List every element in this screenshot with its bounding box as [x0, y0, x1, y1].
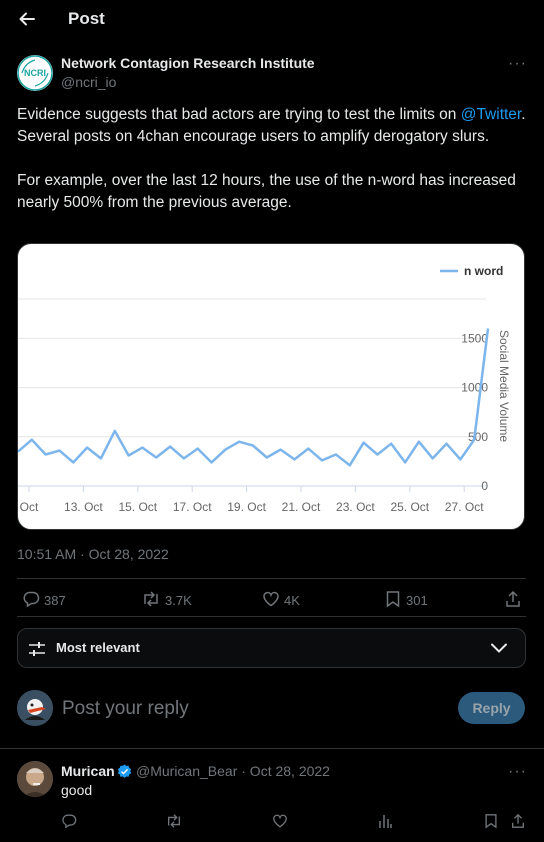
- tweet-paragraph-1: Evidence suggests that bad actors are tr…: [17, 104, 532, 148]
- comment-views-icon[interactable]: [377, 813, 393, 834]
- divider: [17, 578, 526, 579]
- reply-icon: [22, 590, 40, 611]
- more-options-icon[interactable]: ···: [508, 55, 527, 73]
- bookmark-count-button[interactable]: 301: [384, 590, 428, 611]
- x-tick-label: 21. Oct: [282, 500, 321, 514]
- y-tick-label: 500: [468, 430, 488, 444]
- chart-image[interactable]: Oct 13. Oct 15. Oct 17. Oct 19. Oct 21. Oct 23…: [17, 243, 525, 530]
- post-timestamp[interactable]: 10:51 AM · Oct 28, 2022: [17, 546, 169, 562]
- commenter-name-text: Murican: [61, 763, 115, 779]
- comment-reply-icon[interactable]: [61, 813, 77, 834]
- bookmark-icon: [384, 590, 402, 611]
- mention-link[interactable]: @Twitter: [461, 106, 522, 123]
- comment-text: good: [61, 782, 93, 798]
- chevron-down-icon[interactable]: [490, 641, 508, 660]
- y-tick-label: 1000: [461, 381, 488, 395]
- avatar[interactable]: NCRI: [17, 55, 53, 91]
- heart-icon: [262, 590, 280, 611]
- verified-badge-icon: [117, 764, 132, 784]
- x-tick-label: 25. Oct: [390, 500, 429, 514]
- avatar-logo-text: NCRI: [24, 68, 46, 78]
- commenter-avatar[interactable]: [17, 761, 53, 797]
- legend-label: n word: [464, 264, 503, 278]
- chart-legend: n word: [440, 264, 503, 278]
- like-count-button[interactable]: 4K: [262, 590, 300, 611]
- commenter-handle-date[interactable]: @Murican_Bear · Oct 28, 2022: [136, 763, 330, 779]
- sliders-icon: [27, 639, 47, 664]
- comment-more-icon[interactable]: ···: [508, 763, 527, 781]
- reply-button[interactable]: Reply: [458, 692, 525, 724]
- divider: [0, 748, 544, 749]
- y-axis-title: Social Media Volume: [497, 330, 511, 442]
- tweet-paragraph-2: For example, over the last 12 hours, the…: [17, 172, 516, 211]
- comment-bookmark-icon[interactable]: [483, 813, 499, 834]
- share-button[interactable]: [504, 590, 522, 611]
- repost-count-button[interactable]: 3.7K: [141, 590, 192, 611]
- x-tick-label: 13. Oct: [64, 500, 103, 514]
- x-tick-label: 15. Oct: [118, 500, 157, 514]
- page-title: Post: [68, 9, 105, 28]
- y-tick-label: 1500: [461, 331, 488, 345]
- like-count: 4K: [284, 593, 300, 608]
- comment-share-icon[interactable]: [510, 813, 526, 834]
- share-icon: [504, 590, 522, 611]
- x-tick-label: 17. Oct: [173, 500, 212, 514]
- author-name[interactable]: Network Contagion Research Institute: [61, 55, 315, 71]
- comment-like-icon[interactable]: [272, 813, 288, 834]
- repost-count: 3.7K: [165, 593, 192, 608]
- line-chart: Oct 13. Oct 15. Oct 17. Oct 19. Oct 21. Oct 23…: [18, 264, 511, 514]
- tweet-body: Evidence suggests that bad actors are tr…: [17, 104, 532, 236]
- reply-count-button[interactable]: 387: [22, 590, 66, 611]
- sort-label: Most relevant: [56, 640, 140, 655]
- user-avatar[interactable]: [17, 690, 53, 726]
- commenter-name[interactable]: Murican: [61, 763, 115, 779]
- reply-input[interactable]: Post your reply: [62, 698, 189, 720]
- x-tick-label: 23. Oct: [336, 500, 375, 514]
- bookmark-count: 301: [406, 593, 428, 608]
- reply-count: 387: [44, 593, 66, 608]
- x-tick-label: 19. Oct: [227, 500, 266, 514]
- author-handle[interactable]: @ncri_io: [61, 74, 116, 90]
- x-tick-label: 27. Oct: [445, 500, 484, 514]
- tweet-text-pre: Evidence suggests that bad actors are tr…: [17, 106, 461, 123]
- x-tick-label: Oct: [20, 500, 39, 514]
- y-tick-label: 0: [481, 479, 488, 493]
- comment-repost-icon[interactable]: [165, 813, 183, 834]
- top-bar: Post: [0, 0, 544, 40]
- chart-series-line: [18, 328, 490, 467]
- repost-icon: [141, 590, 161, 611]
- back-arrow-icon[interactable]: [14, 6, 40, 32]
- divider: [17, 616, 526, 617]
